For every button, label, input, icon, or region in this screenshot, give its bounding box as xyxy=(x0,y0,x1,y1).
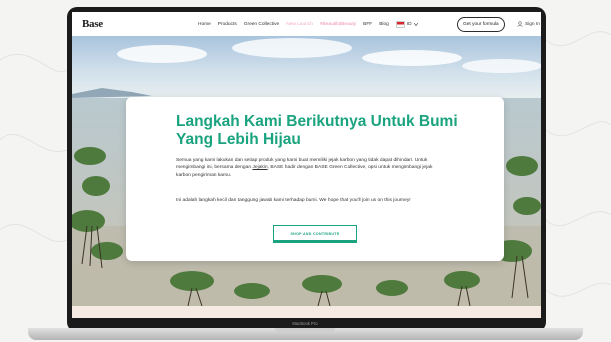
nav-link-new-launch[interactable]: New Launch xyxy=(286,22,313,27)
indonesia-flag-icon xyxy=(395,20,405,28)
laptop-notch xyxy=(275,328,335,332)
get-formula-button[interactable]: Get your formula xyxy=(457,17,505,32)
top-navigation: Base Home Products Green Collective New … xyxy=(72,12,541,37)
shop-and-contribute-button[interactable]: SHOP AND CONTRIBUTE xyxy=(273,225,357,243)
language-selector[interactable]: ID xyxy=(395,20,418,28)
laptop-model-label: MacBook Pro xyxy=(292,321,318,326)
laptop-screen: Base Home Products Green Collective New … xyxy=(72,12,541,318)
nav-link-home[interactable]: Home xyxy=(198,22,211,27)
nav-link-products[interactable]: Products xyxy=(218,22,237,27)
sign-in-label: Sign In xyxy=(525,21,540,27)
mission-card: Langkah Kami Berikutnya Untuk Bumi Yang … xyxy=(126,97,504,261)
nav-link-beautiful-beauty[interactable]: #BeautifulBeauty xyxy=(320,22,356,27)
jejakin-link[interactable]: Jejakin xyxy=(252,165,267,170)
hero-section: Langkah Kami Berikutnya Untuk Bumi Yang … xyxy=(72,36,541,306)
next-section-strip xyxy=(72,306,541,318)
chevron-down-icon xyxy=(413,22,418,26)
nav-link-blog[interactable]: Blog xyxy=(379,22,389,27)
hero-paragraph-2: Ini adalah langkah kecil dan tanggung ja… xyxy=(176,198,411,203)
language-code: ID xyxy=(406,21,412,27)
nav-links: Home Products Green Collective New Launc… xyxy=(198,12,418,36)
brand-logo[interactable]: Base xyxy=(82,18,103,30)
sign-in-link[interactable]: Sign In xyxy=(517,12,540,36)
hero-headline: Langkah Kami Berikutnya Untuk Bumi Yang … xyxy=(176,113,458,148)
user-icon xyxy=(517,21,523,27)
nav-link-bff[interactable]: BFF xyxy=(363,22,372,27)
nav-link-green-collective[interactable]: Green Collective xyxy=(244,22,279,27)
hero-paragraph-1: Semua yang kami lakukan dan setiap produ… xyxy=(176,157,446,179)
